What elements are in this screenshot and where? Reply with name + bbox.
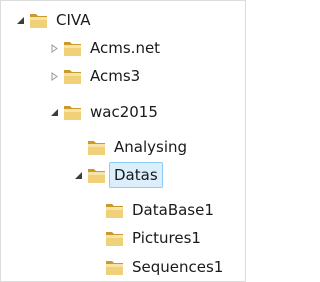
folder-tree: CIVA Acms.net Acms3 wac2015 Analysing Da… <box>0 0 246 282</box>
tree-node-label: Acms3 <box>90 67 141 85</box>
folder-icon <box>63 39 83 57</box>
tree-node-analysing[interactable]: Analysing <box>87 133 187 161</box>
tree-node-pictures1[interactable]: Pictures1 <box>105 224 201 252</box>
expanded-chevron-icon[interactable] <box>15 15 25 25</box>
tree-node-database1[interactable]: DataBase1 <box>105 196 214 224</box>
folder-icon <box>105 201 125 219</box>
folder-icon <box>87 166 107 184</box>
folder-icon <box>105 258 125 276</box>
folder-icon <box>29 11 49 29</box>
tree-node-datas[interactable]: Datas <box>73 161 163 189</box>
folder-icon <box>105 229 125 247</box>
expanded-chevron-icon[interactable] <box>49 107 59 117</box>
tree-node-label: Datas <box>109 162 163 188</box>
collapsed-chevron-icon[interactable] <box>49 71 59 81</box>
folder-icon <box>63 103 83 121</box>
tree-node-label: Sequences1 <box>132 258 224 276</box>
tree-node-label: Acms.net <box>90 39 161 57</box>
tree-node-wac2015[interactable]: wac2015 <box>49 98 158 126</box>
folder-icon <box>87 138 107 156</box>
folder-icon <box>63 67 83 85</box>
tree-node-label: CIVA <box>56 11 91 29</box>
tree-node-sequences1[interactable]: Sequences1 <box>105 253 223 281</box>
tree-node-label: wac2015 <box>90 103 158 121</box>
tree-node-label: Analysing <box>114 138 188 156</box>
tree-node-label: Pictures1 <box>132 229 201 247</box>
collapsed-chevron-icon[interactable] <box>49 43 59 53</box>
tree-node-label: DataBase1 <box>132 201 214 219</box>
tree-node-acms3[interactable]: Acms3 <box>49 62 140 90</box>
expanded-chevron-icon[interactable] <box>73 170 83 180</box>
tree-node-civa[interactable]: CIVA <box>15 6 90 34</box>
tree-node-acms-net[interactable]: Acms.net <box>49 34 160 62</box>
